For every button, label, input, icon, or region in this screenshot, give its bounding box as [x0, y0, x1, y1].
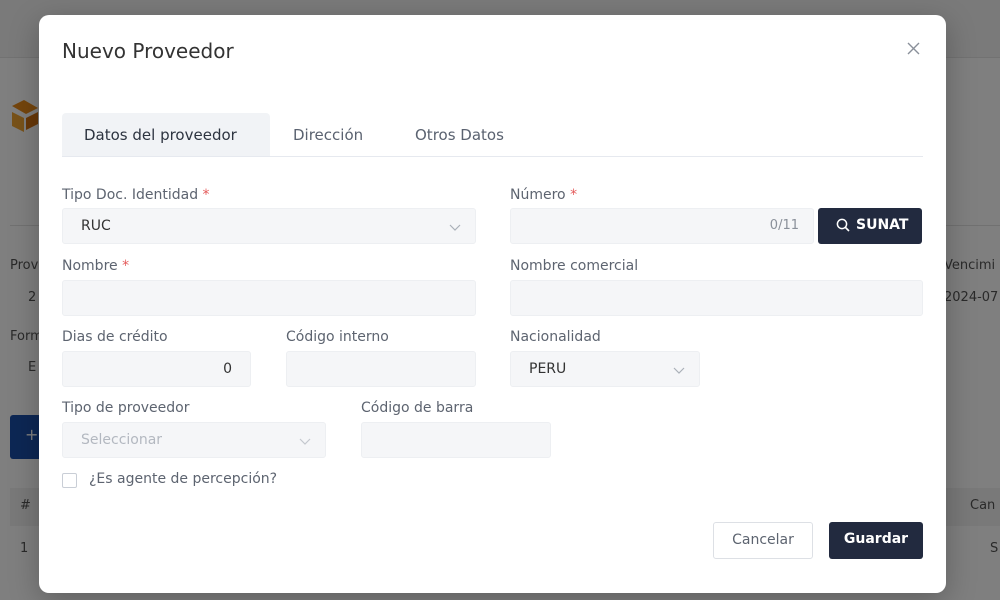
tipo-proveedor-label: Tipo de proveedor	[62, 400, 190, 416]
sunat-button-label: SUNAT	[856, 217, 909, 233]
search-icon	[836, 218, 850, 232]
nacionalidad-select[interactable]: PERU	[510, 351, 700, 387]
dias-credito-input[interactable]: 0	[62, 351, 251, 387]
nombre-comercial-input[interactable]	[510, 280, 923, 316]
numero-input[interactable]: 0/11	[510, 208, 814, 244]
chevron-down-icon	[299, 438, 311, 445]
tipo-doc-select[interactable]: RUC	[62, 208, 476, 244]
chevron-down-icon	[673, 367, 685, 374]
agente-percepcion-checkbox[interactable]	[62, 473, 77, 488]
tipo-proveedor-select[interactable]: Seleccionar	[62, 422, 326, 458]
dias-credito-value: 0	[223, 361, 232, 377]
nombre-label: Nombre *	[62, 258, 130, 274]
sunat-search-button[interactable]: SUNAT	[818, 208, 922, 244]
codigo-interno-label: Código interno	[286, 329, 389, 345]
codigo-interno-input[interactable]	[286, 351, 476, 387]
nacionalidad-label: Nacionalidad	[510, 329, 601, 345]
numero-label: Número *	[510, 187, 578, 203]
close-icon[interactable]	[904, 39, 924, 59]
tab-otros-datos[interactable]: Otros Datos	[415, 113, 504, 156]
numero-char-counter: 0/11	[769, 218, 799, 233]
tab-datos-proveedor[interactable]: Datos del proveedor	[62, 113, 270, 156]
codigo-barra-label: Código de barra	[361, 400, 474, 416]
nombre-input[interactable]	[62, 280, 476, 316]
tipo-proveedor-placeholder: Seleccionar	[81, 432, 163, 448]
tipo-doc-label: Tipo Doc. Identidad *	[62, 187, 210, 203]
tab-bar: Datos del proveedor Dirección Otros Dato…	[62, 113, 923, 157]
tab-direccion[interactable]: Dirección	[293, 113, 363, 156]
cancel-button[interactable]: Cancelar	[713, 522, 813, 559]
nombre-comercial-label: Nombre comercial	[510, 258, 639, 274]
new-supplier-dialog: Nuevo Proveedor Datos del proveedor Dire…	[39, 15, 946, 593]
nacionalidad-value: PERU	[529, 361, 567, 377]
codigo-barra-input[interactable]	[361, 422, 551, 458]
save-button[interactable]: Guardar	[829, 522, 923, 559]
agente-percepcion-label[interactable]: ¿Es agente de percepción?	[89, 471, 277, 487]
dias-credito-label: Dias de crédito	[62, 329, 168, 345]
dialog-title: Nuevo Proveedor	[62, 39, 234, 63]
tipo-doc-value: RUC	[81, 218, 111, 234]
chevron-down-icon	[449, 224, 461, 231]
